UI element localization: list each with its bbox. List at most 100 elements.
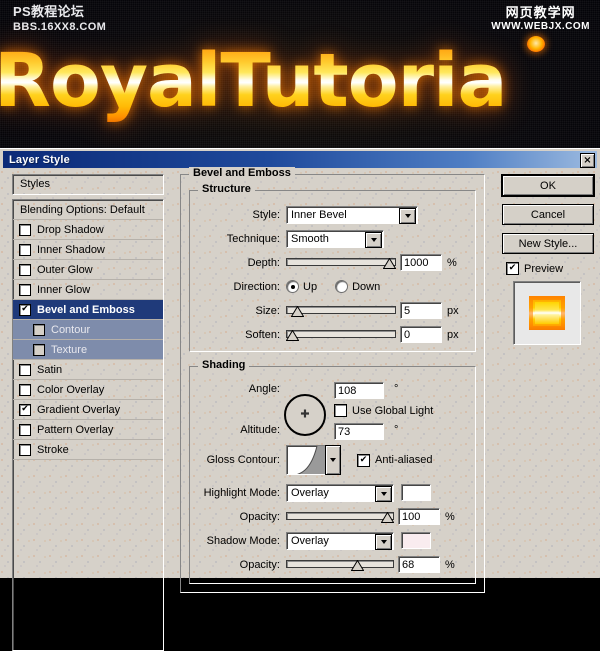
style-item-checkbox[interactable] [33,323,45,336]
dialog-title: Layer Style [9,153,70,166]
style-item-stroke[interactable]: Stroke [13,440,163,460]
depth-row: Depth: 1000 % [196,252,469,273]
shadow-color-swatch[interactable] [401,532,431,549]
style-item-label: Color Overlay [37,383,105,396]
soften-slider[interactable] [286,329,396,341]
shadow-mode-select[interactable]: Overlay [286,531,394,550]
style-item-inner-glow[interactable]: Inner Glow [13,280,163,300]
style-item-checkbox[interactable] [19,443,31,456]
chevron-down-icon[interactable] [375,485,392,502]
soften-input[interactable]: 0 [400,326,442,343]
highlight-opacity-slider-thumb[interactable] [381,512,394,523]
soften-row: Soften: 0 px [196,324,469,345]
style-item-satin[interactable]: Satin [13,360,163,380]
preview-checkbox[interactable]: ✔ [506,262,519,275]
direction-up-radio[interactable] [286,280,299,293]
style-item-outer-glow[interactable]: Outer Glow [13,260,163,280]
bevel-and-emboss-group: Bevel and Emboss Structure Style: Inner … [180,167,485,593]
watermark-left-line2: BBS.16XX8.COM [13,20,107,33]
style-item-gradient-overlay[interactable]: ✔ Gradient Overlay [13,400,163,420]
highlight-mode-select[interactable]: Overlay [286,483,394,502]
highlight-color-swatch[interactable] [401,484,431,501]
altitude-unit: ° [394,424,399,436]
styles-header[interactable]: Styles [12,174,164,195]
dialog-titlebar[interactable]: Layer Style × [3,151,597,168]
shadow-opacity-slider-track [286,560,394,568]
watermark-right-line1: 网页教学网 [505,5,576,20]
soften-slider-track [286,330,396,338]
size-unit: px [447,304,459,317]
style-item-label: Pattern Overlay [37,423,114,436]
direction-down-radio[interactable] [335,280,349,293]
gloss-contour-picker[interactable] [286,445,341,475]
highlight-mode-value: Overlay [291,486,329,499]
size-row: Size: 5 px [196,300,469,321]
angle-dial[interactable]: ✚ [284,394,326,436]
bevel-and-emboss-group-title: Bevel and Emboss [189,167,295,179]
size-slider-thumb[interactable] [290,306,304,317]
blending-options-row[interactable]: Blending Options: Default [13,200,163,220]
style-item-checkbox[interactable] [19,383,31,396]
style-item-checkbox[interactable] [19,243,31,256]
use-global-light-label: Use Global Light [352,404,434,417]
chevron-down-icon[interactable] [365,231,382,248]
close-icon[interactable]: × [580,153,595,168]
highlight-opacity-input[interactable]: 100 [398,508,440,525]
chevron-down-icon[interactable] [375,533,392,550]
anti-aliased-checkbox[interactable]: ✔ [357,453,370,467]
altitude-input[interactable]: 73 [334,423,384,440]
style-item-label: Inner Glow [37,283,91,296]
style-item-checkbox[interactable] [19,263,31,276]
style-item-pattern-overlay[interactable]: Pattern Overlay [13,420,163,440]
soften-slider-thumb[interactable] [286,330,299,341]
preview-toggle[interactable]: ✔ Preview [506,262,594,275]
angle-input[interactable]: 108 [334,382,384,399]
watermark-left: PS教程论坛 BBS.16XX8.COM [13,4,107,33]
direction-row: Direction: Up Down [196,276,469,297]
style-item-label: Gradient Overlay [37,403,121,416]
soften-label: Soften: [245,328,280,341]
depth-slider[interactable] [286,257,396,269]
style-item-checkbox[interactable] [19,223,31,236]
style-select[interactable]: Inner Bevel [286,205,418,224]
angle-label: Angle: [248,383,280,395]
style-item-checkbox[interactable] [19,423,31,436]
dialog-buttons: OK Cancel New Style... ✔ Preview [502,175,594,345]
style-item-checkbox[interactable] [19,363,31,376]
size-input[interactable]: 5 [400,302,442,319]
style-item-checkbox[interactable]: ✔ [19,303,31,316]
direction-down-label: Down [352,280,381,293]
style-item-checkbox[interactable] [19,283,31,296]
style-item-checkbox[interactable]: ✔ [19,403,31,416]
gloss-contour-chevron-down-icon[interactable] [325,445,341,475]
use-global-light-checkbox[interactable] [334,404,347,417]
depth-slider-track [286,258,396,266]
new-style-button[interactable]: New Style... [502,233,594,254]
depth-slider-thumb[interactable] [383,258,396,269]
soften-unit: px [447,328,459,341]
altitude-label: Altitude: [240,424,280,436]
style-item-texture[interactable]: Texture [13,340,163,360]
blending-options-label: Blending Options: Default [20,203,145,216]
technique-select[interactable]: Smooth [286,229,384,248]
shadow-opacity-row: Opacity: 68 % [196,554,469,575]
style-item-contour[interactable]: Contour [13,320,163,340]
shadow-opacity-input[interactable]: 68 [398,556,440,573]
cancel-button[interactable]: Cancel [502,204,594,225]
logo-text: RoyalTutoria [0,38,600,124]
chevron-down-icon[interactable] [399,207,416,224]
size-slider[interactable] [286,305,396,317]
depth-input[interactable]: 1000 [400,254,442,271]
style-item-color-overlay[interactable]: Color Overlay [13,380,163,400]
highlight-opacity-slider[interactable] [286,511,394,523]
style-item-bevel-and-emboss[interactable]: ✔ Bevel and Emboss [13,300,163,320]
technique-row: Technique: Smooth [196,228,469,249]
shadow-opacity-slider-thumb[interactable] [350,560,364,571]
ok-button[interactable]: OK [502,175,594,196]
shadow-opacity-slider[interactable] [286,559,394,571]
style-item-drop-shadow[interactable]: Drop Shadow [13,220,163,240]
shadow-opacity-label: Opacity: [239,558,280,571]
style-item-checkbox[interactable] [33,343,45,356]
style-item-inner-shadow[interactable]: Inner Shadow [13,240,163,260]
shadow-mode-row: Shadow Mode: Overlay [196,530,469,551]
